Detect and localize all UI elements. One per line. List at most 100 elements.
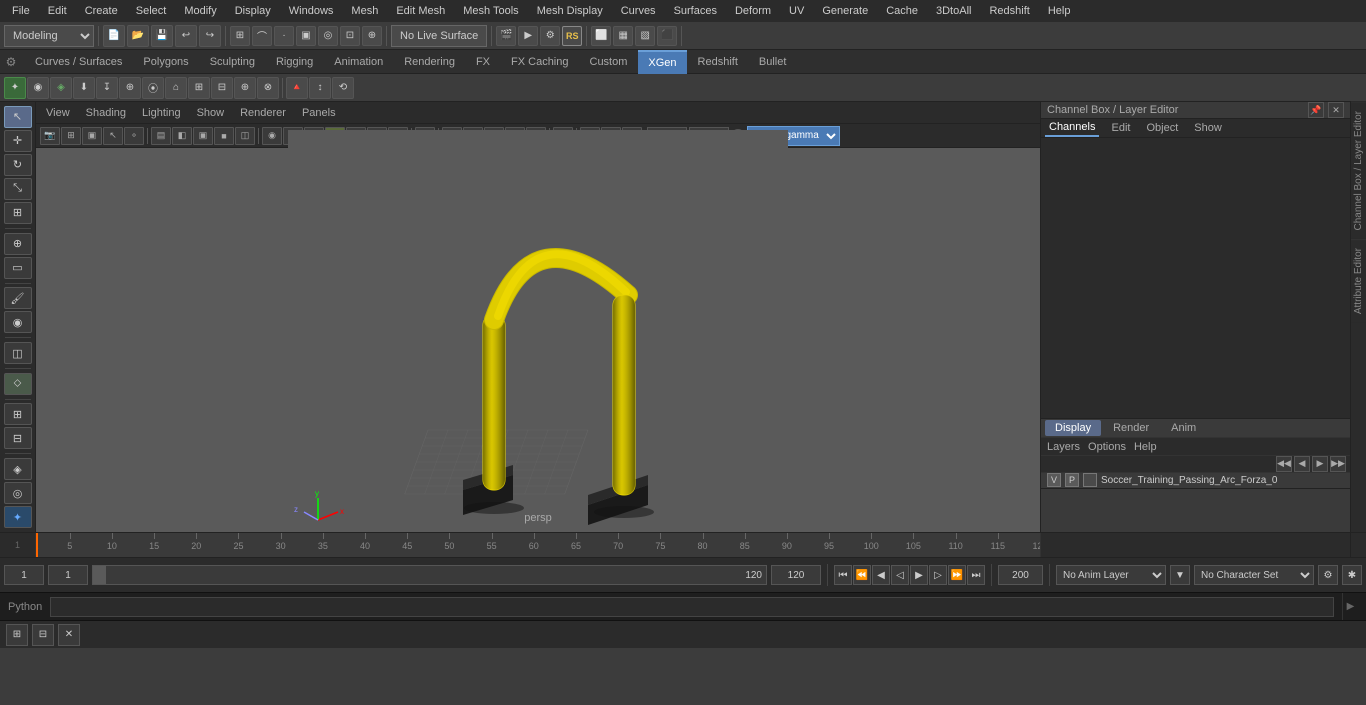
tab-xgen[interactable]: XGen — [638, 50, 686, 74]
channel-tab-edit[interactable]: Edit — [1107, 120, 1134, 136]
left-btn-extra2[interactable]: ⊟ — [4, 427, 32, 449]
tab-fx-caching[interactable]: FX Caching — [501, 50, 578, 74]
vp-solid-btn[interactable]: ■ — [214, 127, 234, 145]
viewport-menu-lighting[interactable]: Lighting — [138, 107, 185, 119]
tab-rendering[interactable]: Rendering — [394, 50, 465, 74]
snap-point-btn[interactable]: · — [274, 26, 294, 46]
menu-surfaces[interactable]: Surfaces — [666, 3, 725, 19]
menu-cache[interactable]: Cache — [878, 3, 926, 19]
xgen-icon-1[interactable]: ✦ — [4, 77, 26, 99]
channel-tab-show[interactable]: Show — [1190, 120, 1226, 136]
xgen-icon-11[interactable]: ⊕ — [234, 77, 256, 99]
xgen-icon-12[interactable]: ⊗ — [257, 77, 279, 99]
xgen-icon-2[interactable]: ◉ — [27, 77, 49, 99]
xgen-icon-14[interactable]: ↕ — [309, 77, 331, 99]
menu-generate[interactable]: Generate — [814, 3, 876, 19]
pb-step-fwd-btn[interactable]: ⏩ — [948, 565, 966, 585]
pb-play-back-btn[interactable]: ◁ — [891, 565, 909, 585]
snap-surface-btn[interactable]: ▣ — [296, 26, 316, 46]
viewport-canvas[interactable]: x y z persp — [36, 148, 1040, 532]
tab-sculpting[interactable]: Sculpting — [200, 50, 265, 74]
save-scene-btn[interactable]: 💾 — [151, 25, 173, 47]
left-btn-extra3[interactable]: ◈ — [4, 458, 32, 480]
undo-btn[interactable]: ↩ — [175, 25, 197, 47]
window-ctrl-1[interactable]: ⊞ — [6, 624, 28, 646]
display-tab-anim[interactable]: Anim — [1161, 420, 1206, 436]
xgen-icon-3[interactable]: ◈ — [50, 77, 72, 99]
menu-windows[interactable]: Windows — [281, 3, 342, 19]
vp-wireframe-btn[interactable]: ▤ — [151, 127, 171, 145]
tab-curves-surfaces[interactable]: Curves / Surfaces — [25, 50, 132, 74]
menu-mesh-display[interactable]: Mesh Display — [529, 3, 611, 19]
render-ipr-btn[interactable]: ▶ — [518, 26, 538, 46]
layers-menu-help[interactable]: Help — [1134, 441, 1157, 453]
tab-redshift[interactable]: Redshift — [688, 50, 748, 74]
channel-tab-object[interactable]: Object — [1142, 120, 1182, 136]
xgen-icon-4[interactable]: ⬇ — [73, 77, 95, 99]
render-settings-btn[interactable]: ⚙ — [540, 26, 560, 46]
python-label[interactable]: Python — [8, 601, 42, 613]
vp-shading-btn[interactable]: ◉ — [262, 127, 282, 145]
xgen-icon-8[interactable]: ⌂ — [165, 77, 187, 99]
layout2-btn[interactable]: ▦ — [613, 26, 633, 46]
tab-custom[interactable]: Custom — [580, 50, 638, 74]
xgen-icon-15[interactable]: ⟲ — [332, 77, 354, 99]
menu-mesh[interactable]: Mesh — [343, 3, 386, 19]
anim-layer-select[interactable]: No Anim Layer — [1056, 565, 1166, 585]
tab-rigging[interactable]: Rigging — [266, 50, 323, 74]
menu-edit[interactable]: Edit — [40, 3, 75, 19]
left-btn-extra1[interactable]: ⊞ — [4, 403, 32, 425]
tab-bullet[interactable]: Bullet — [749, 50, 797, 74]
redo-btn[interactable]: ↪ — [199, 25, 221, 47]
anim-layer-btn[interactable]: ▼ — [1170, 565, 1190, 585]
frame-current-input[interactable] — [48, 565, 88, 585]
multi-tool-btn[interactable]: ⊞ — [4, 202, 32, 224]
workspace-select[interactable]: Modeling — [4, 25, 94, 47]
left-btn-extra4[interactable]: ◎ — [4, 482, 32, 504]
menu-deform[interactable]: Deform — [727, 3, 779, 19]
panel-pin-btn[interactable]: 📌 — [1308, 102, 1324, 118]
pb-go-end-btn[interactable]: ⏭ — [967, 565, 985, 585]
time-slider[interactable]: 120 — [92, 565, 767, 585]
viewport-menu-show[interactable]: Show — [193, 107, 229, 119]
xgen-icon-13[interactable]: 🔺 — [286, 77, 308, 99]
layers-menu-options[interactable]: Options — [1088, 441, 1126, 453]
xgen-icon-6[interactable]: ⊕ — [119, 77, 141, 99]
scale-tool-btn[interactable]: ⤡ — [4, 178, 32, 200]
xgen-icon-5[interactable]: ↧ — [96, 77, 118, 99]
viewport-menu-view[interactable]: View — [42, 107, 74, 119]
panel-close-btn[interactable]: ✕ — [1328, 102, 1344, 118]
menu-mesh-tools[interactable]: Mesh Tools — [455, 3, 526, 19]
xgen-main-btn[interactable]: ✦ — [4, 506, 32, 528]
live-surface-btn[interactable]: No Live Surface — [391, 25, 487, 47]
char-set-btn2[interactable]: ✱ — [1342, 565, 1362, 585]
channel-tab-channels[interactable]: Channels — [1045, 119, 1099, 137]
char-set-select[interactable]: No Character Set — [1194, 565, 1314, 585]
timeline[interactable]: 1 15101520253035404550556065707580859095… — [0, 532, 1366, 557]
layers-next-btn[interactable]: ▶ — [1312, 456, 1328, 472]
pb-go-start-btn[interactable]: ⏮ — [834, 565, 852, 585]
viewport-menu-renderer[interactable]: Renderer — [236, 107, 290, 119]
layout4-btn[interactable]: ⬛ — [657, 26, 677, 46]
viewport-menu-panels[interactable]: Panels — [298, 107, 340, 119]
menu-3dtall[interactable]: 3DtoAll — [928, 3, 979, 19]
layers-menu-layers[interactable]: Layers — [1047, 441, 1080, 453]
tab-fx[interactable]: FX — [466, 50, 500, 74]
sculpt-btn[interactable]: ◉ — [4, 311, 32, 333]
vp-xray-btn[interactable]: ◫ — [235, 127, 255, 145]
timeline-ruler[interactable]: 1510152025303540455055606570758085909510… — [36, 533, 1040, 557]
snap-view-btn[interactable]: ◎ — [318, 26, 338, 46]
frame-end-input[interactable] — [998, 565, 1043, 585]
render-rs-btn[interactable]: RS — [562, 26, 582, 46]
xgen-icon-10[interactable]: ⊟ — [211, 77, 233, 99]
frame-end-range-input[interactable] — [771, 565, 821, 585]
rotate-tool-btn[interactable]: ↻ — [4, 154, 32, 176]
menu-uv[interactable]: UV — [781, 3, 812, 19]
snap-live-btn[interactable]: ⊡ — [340, 26, 360, 46]
vp-smooth2-btn[interactable]: ▣ — [193, 127, 213, 145]
select-tool-btn[interactable]: ↖ — [4, 106, 32, 128]
display-tab-display[interactable]: Display — [1045, 420, 1101, 436]
layers-prev2-btn[interactable]: ◀ — [1294, 456, 1310, 472]
edge-tab-channel-box[interactable]: Channel Box / Layer Editor — [1351, 102, 1366, 239]
window-ctrl-close[interactable]: ✕ — [58, 624, 80, 646]
